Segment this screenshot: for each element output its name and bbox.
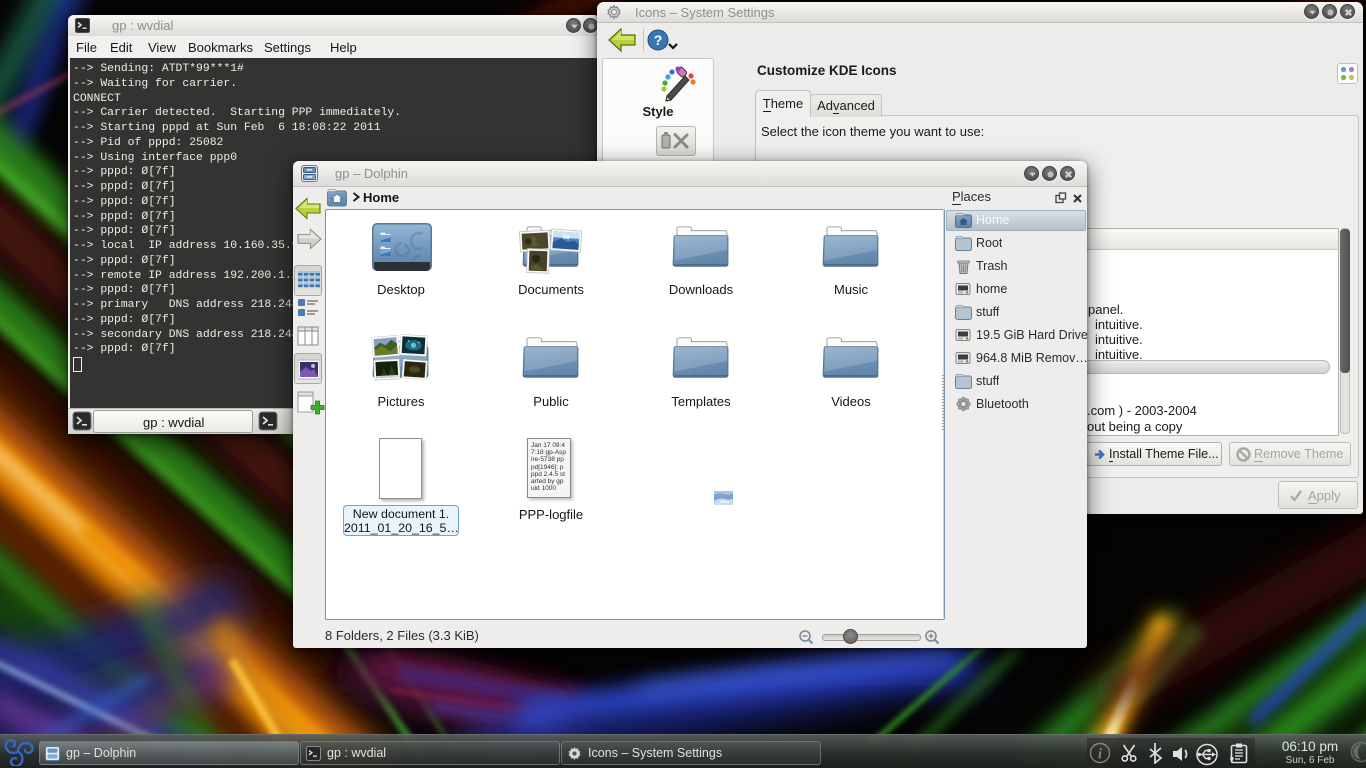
svg-text:08: 08 (563, 235, 571, 241)
svg-text:i: i (1098, 747, 1103, 763)
svg-text:?: ? (654, 32, 663, 48)
